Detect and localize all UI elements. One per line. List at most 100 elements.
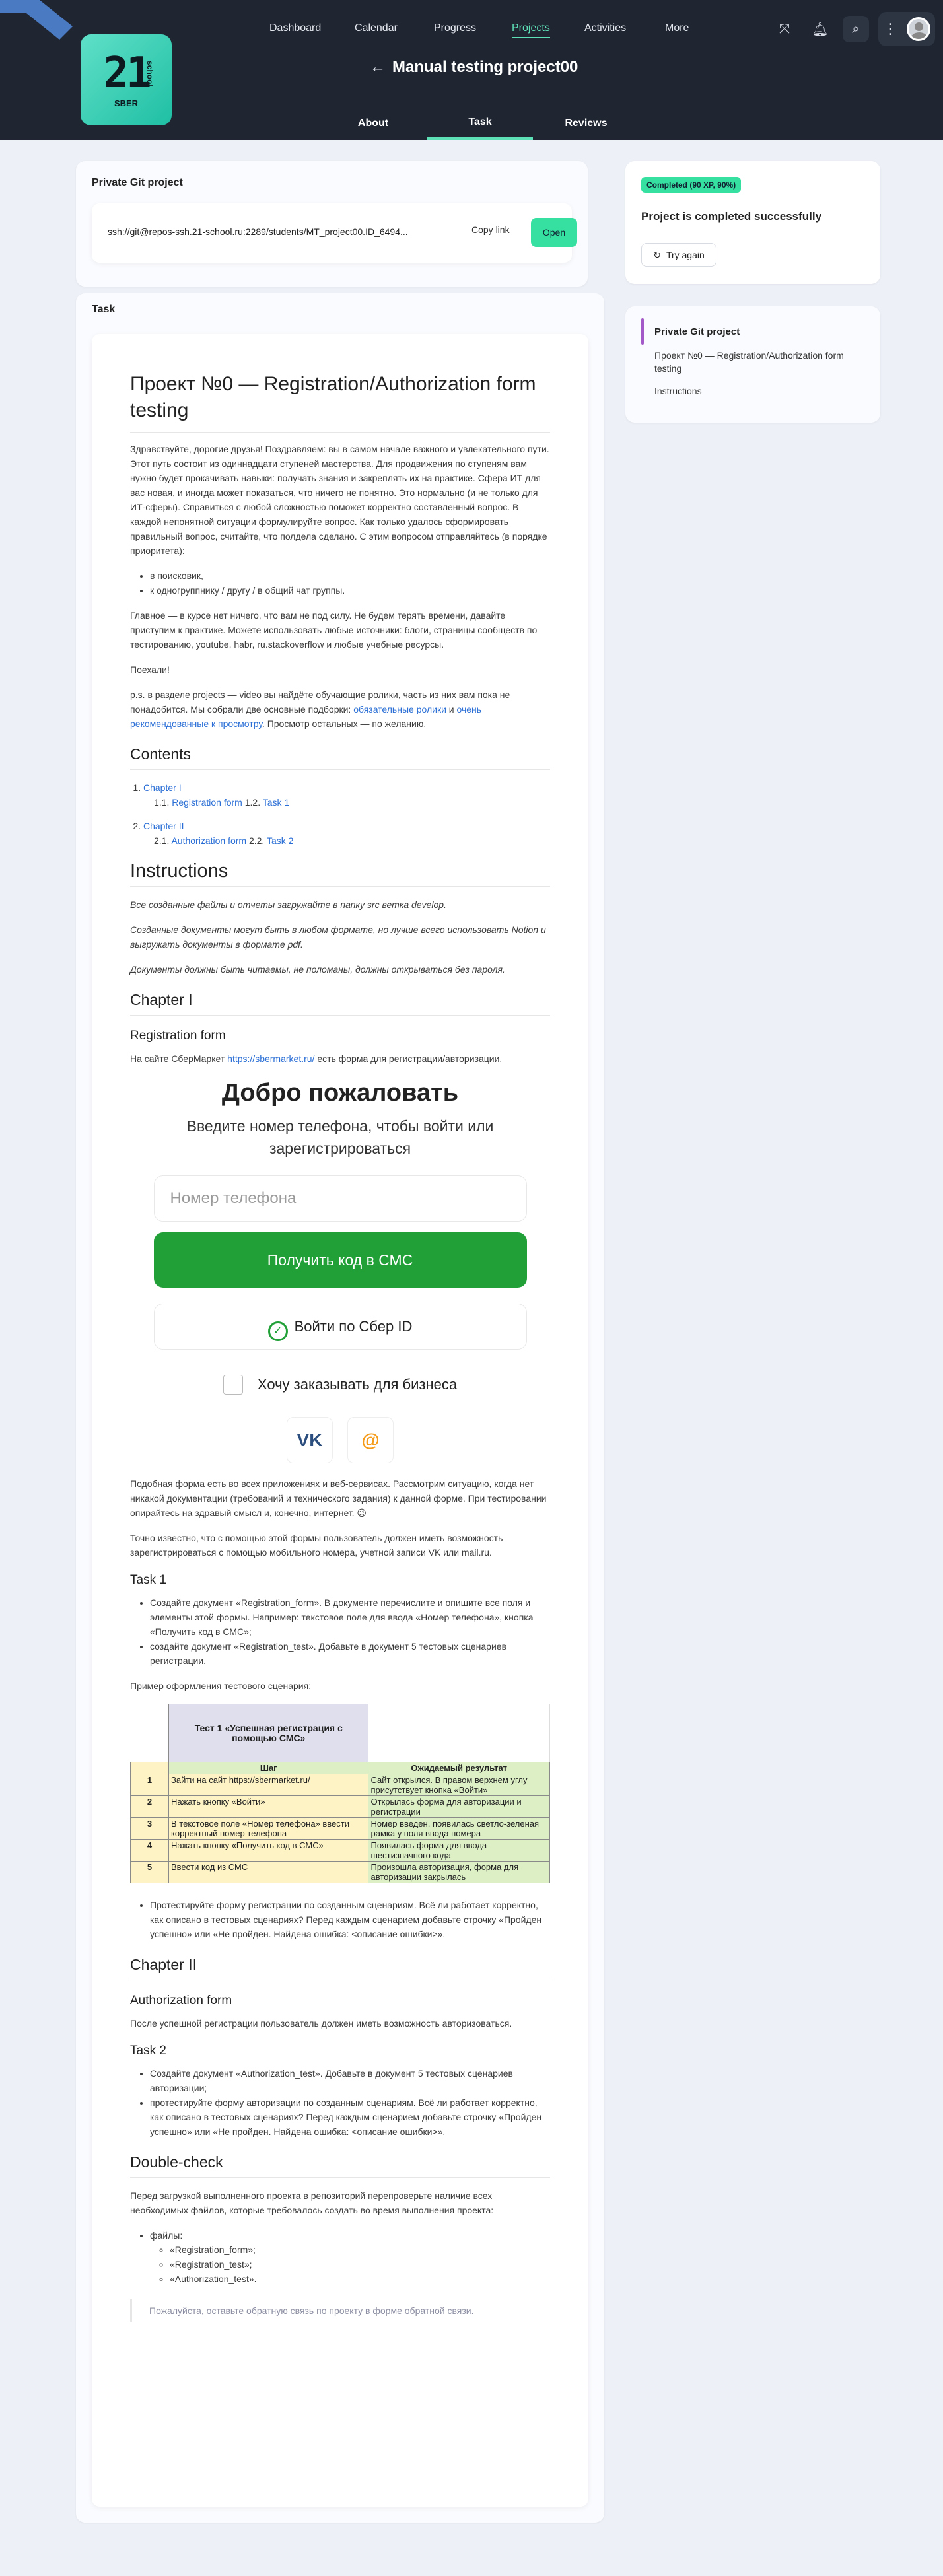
registration-form-heading: Registration form [130, 1029, 226, 1043]
num-label: 1.2. [242, 797, 263, 808]
row-num: 1 [130, 1774, 169, 1796]
business-checkbox-image: Хочу заказывать для бизнеса [130, 1375, 550, 1395]
list-item: Создайте документ «Registration_form». В… [150, 1595, 550, 1639]
sberid-button-image: ✓ Войти по Сбер ID [153, 1304, 527, 1350]
files-sublist: «Registration_form»; «Registration_test»… [170, 2243, 550, 2286]
sbermarket-paragraph: На сайте СберМаркет https://sbermarket.r… [130, 1051, 550, 1066]
task2-list: Создайте документ «Authorization_test». … [150, 2066, 550, 2139]
avatar [907, 17, 930, 41]
nav-activities[interactable]: Activities [584, 20, 626, 37]
contents-heading: Contents [130, 744, 550, 770]
status-title: Project is completed successfully [641, 210, 822, 223]
authorization-form-link[interactable]: Authorization form [171, 835, 246, 846]
checkbox-icon [223, 1375, 243, 1395]
registration-form-link[interactable]: Registration form [172, 797, 242, 808]
double-check-heading: Double-check [130, 2152, 550, 2178]
nav-progress[interactable]: Progress [434, 20, 476, 37]
nav-projects[interactable]: Projects [512, 20, 550, 38]
table-title: Тест 1 «Успешная регистрация с помощью С… [168, 1704, 369, 1762]
tab-reviews[interactable]: Reviews [555, 107, 617, 140]
logo-side-text: school [145, 61, 155, 87]
welcome-title: Добро пожаловать [221, 1079, 459, 1107]
sbermarket-link[interactable]: https://sbermarket.ru/ [227, 1053, 314, 1064]
task2-link[interactable]: Task 2 [267, 835, 293, 846]
chapter2-link[interactable]: Chapter II [143, 821, 184, 831]
instruction-2: Созданные документы могут быть в любом ф… [130, 924, 546, 950]
authorization-form-heading: Authorization form [130, 1994, 232, 2007]
toc-active-marker [641, 318, 644, 345]
try-again-button[interactable]: ↻ Try again [641, 243, 716, 267]
tab-about[interactable]: About [343, 107, 403, 140]
row-step: Зайти на сайт https://sbermarket.ru/ [168, 1774, 369, 1796]
doc-title: Проект №0 — Registration/Authorization f… [130, 371, 550, 433]
table-row: 1 Зайти на сайт https://sbermarket.ru/Сай… [130, 1774, 550, 1796]
bell-icon[interactable]: 🔔︎ [807, 16, 833, 42]
file-item: «Registration_form»; [170, 2243, 550, 2257]
table-row: 2 Нажать кнопку «Войти» Открылась форма дл… [130, 1795, 550, 1818]
ps-tail: . Просмотр остальных — по желанию. [262, 718, 427, 729]
list-item: протестируйте форму авторизации по созда… [150, 2095, 550, 2139]
table-row: 5 Ввести код из СМС Произошла авторизация,… [130, 1861, 550, 1883]
task2-heading: Task 2 [130, 2044, 166, 2058]
intro-paragraph: Здравствуйте, дорогие друзья! Поздравляе… [130, 444, 549, 556]
top-header: 21 school SBER Dashboard Calendar Progre… [0, 0, 943, 140]
row-num: 4 [130, 1839, 169, 1862]
git-path: ssh://git@repos-ssh.21-school.ru:2289/st… [108, 226, 408, 237]
scan-icon[interactable]: ⤧ [771, 16, 798, 42]
files-label: файлы: [150, 2230, 183, 2241]
ps-paragraph: p.s. в разделе projects — video вы найдё… [130, 687, 550, 731]
contents-list: Chapter I 1.1. Registration form 1.2. Tas… [143, 781, 550, 848]
toc-item-instructions[interactable]: Instructions [654, 386, 702, 396]
sberid-label: Войти по Сбер ID [294, 1318, 413, 1335]
instructions-heading: Instructions [130, 861, 550, 887]
chapter1-link[interactable]: Chapter I [143, 783, 182, 793]
page-title: ← Manual testing project00 [370, 58, 578, 77]
back-arrow-icon[interactable]: ← [370, 58, 386, 76]
toc-item-project[interactable]: Проект №0 — Registration/Authorization f… [654, 349, 866, 375]
kebab-icon: ⋮ [883, 20, 897, 37]
ps-and: и [446, 704, 457, 714]
toc-card: Private Git project Проект №0 — Registra… [625, 306, 880, 423]
toc-item-git[interactable]: Private Git project [654, 326, 740, 337]
chapter2-heading: Chapter II [130, 1955, 550, 1980]
nav-dashboard[interactable]: Dashboard [269, 20, 321, 37]
git-project-card: Private Git project ssh://git@repos-ssh.… [76, 161, 588, 287]
form-paragraph-2: Точно известно, что с помощью этой формы… [130, 1533, 503, 1558]
row-result: Появилась форма для ввода шестизначного … [368, 1839, 550, 1862]
required-videos-link[interactable]: обязательные ролики [353, 704, 446, 714]
profile-menu[interactable]: ⋮ [878, 12, 935, 46]
status-badge: Completed (90 XP, 90%) [641, 177, 742, 193]
file-item: «Registration_test»; [170, 2257, 550, 2272]
num-label: 1.1. [154, 797, 172, 808]
mailru-icon: @ [347, 1417, 394, 1463]
try-again-label: Try again [666, 250, 705, 260]
retry-icon: ↻ [653, 249, 661, 260]
nav-more[interactable]: More [665, 20, 689, 37]
git-label: Private Git project [92, 177, 183, 188]
list-item: создайте документ «Registration_test». Д… [150, 1639, 550, 1668]
row-result: Произошла авторизация, форма для авториз… [368, 1861, 550, 1883]
num-label: 2.1. [154, 835, 172, 846]
table-row: 4 Нажать кнопку «Получить код в СМС» Появи… [130, 1839, 550, 1862]
list-item: к одногруппнику / другу / в общий чат гр… [150, 583, 550, 598]
files-list: файлы: «Registration_form»; «Registratio… [150, 2228, 550, 2286]
page-title-text: Manual testing project00 [392, 58, 578, 76]
nav-calendar[interactable]: Calendar [355, 20, 398, 37]
row-result: Сайт открылся. В правом верхнем углу при… [368, 1774, 550, 1796]
row-step: В текстовое поле «Номер телефона» ввести… [168, 1817, 369, 1840]
example-caption: Пример оформления тестового сценария: [130, 1681, 312, 1691]
tab-task[interactable]: Task [427, 107, 533, 140]
task1-heading: Task 1 [130, 1573, 166, 1587]
row-step: Нажать кнопку «Войти» [168, 1795, 369, 1818]
search-icon[interactable]: ⌕ [843, 16, 869, 42]
instruction-3: Документы должны быть читаемы, не полома… [130, 964, 505, 975]
logo-number: 21 [103, 48, 151, 98]
sms-button-image: Получить код в СМС [153, 1232, 527, 1288]
open-button[interactable]: Open [531, 218, 577, 247]
task-label: Task [92, 304, 116, 315]
copy-link-button[interactable]: Copy link [472, 225, 510, 235]
task1-link[interactable]: Task 1 [263, 797, 289, 808]
row-result: Открылась форма для авторизации и регист… [368, 1795, 550, 1818]
row-result: Номер введен, появилась светло-зеленая р… [368, 1817, 550, 1840]
step-header: Шаг [168, 1762, 369, 1774]
